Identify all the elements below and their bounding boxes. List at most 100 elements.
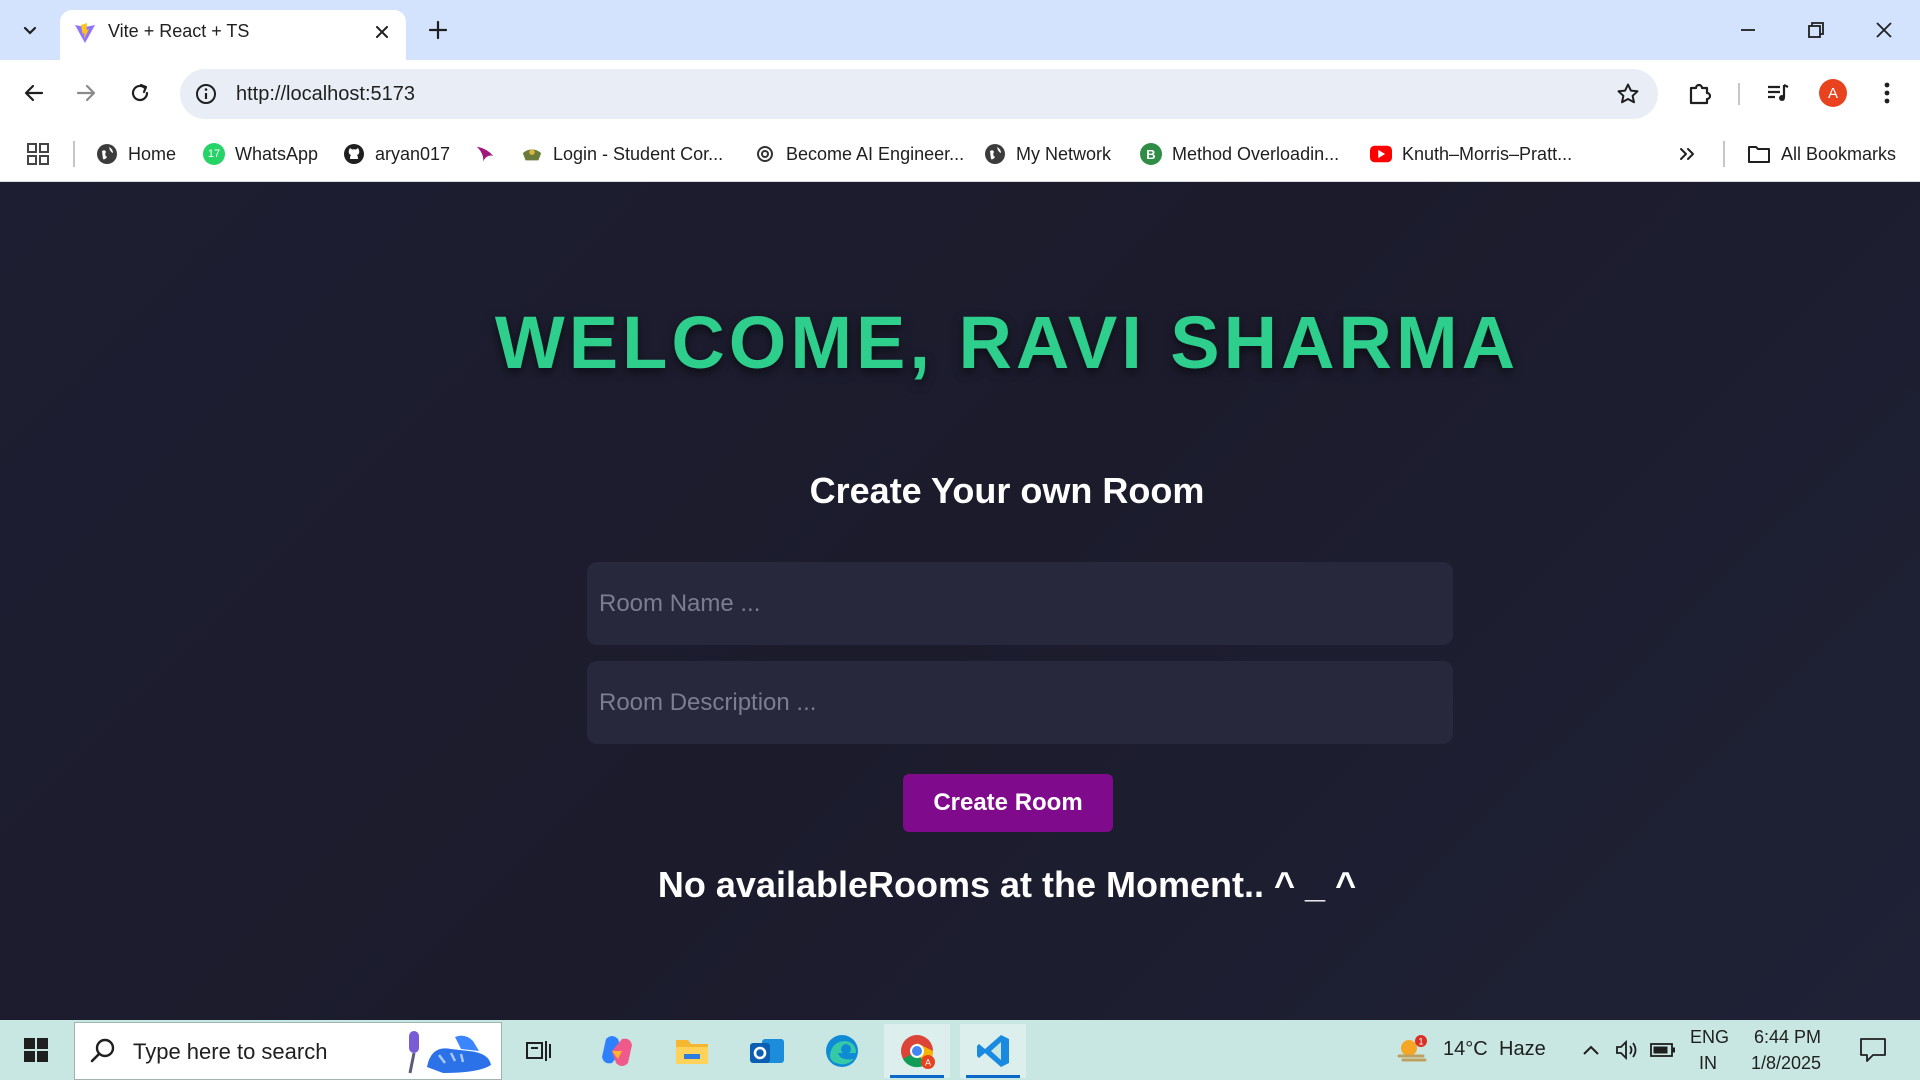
clock-date[interactable]: 1/8/2025 xyxy=(1751,1053,1821,1074)
toolbar-divider xyxy=(1738,83,1740,105)
bookmark-home[interactable]: Home xyxy=(96,138,176,170)
more-bookmarks-button[interactable] xyxy=(1678,138,1696,170)
avatar: A xyxy=(1819,79,1847,107)
weather-icon[interactable]: 1 xyxy=(1395,1034,1431,1066)
bookmark-label: aryan017 xyxy=(375,143,451,164)
more-vertical-icon xyxy=(1884,82,1890,104)
app-page: WELCOME, RAVI SHARMA Create Your own Roo… xyxy=(0,182,1920,1020)
crest-icon xyxy=(521,143,543,165)
room-description-input[interactable] xyxy=(587,661,1453,744)
copilot-icon xyxy=(602,1036,632,1066)
taskbar-search[interactable]: Type here to search xyxy=(74,1022,502,1080)
search-highlight-image xyxy=(399,1027,495,1080)
copilot-button[interactable] xyxy=(584,1024,650,1078)
playlist-icon xyxy=(1768,84,1789,101)
url-text: http://localhost:5173 xyxy=(236,83,416,105)
media-controls-button[interactable] xyxy=(1758,73,1798,113)
region-indicator[interactable]: IN xyxy=(1699,1053,1717,1074)
chrome-button[interactable]: A xyxy=(884,1024,950,1078)
arrow-logo-icon xyxy=(474,143,496,165)
bookmark-star-icon[interactable] xyxy=(1616,82,1640,110)
svg-text:A: A xyxy=(925,1058,931,1068)
file-explorer-button[interactable] xyxy=(659,1024,725,1078)
volume-icon xyxy=(1616,1039,1637,1061)
search-placeholder: Type here to search xyxy=(133,1039,328,1064)
chrome-icon: A xyxy=(901,1035,935,1069)
site-info-icon[interactable] xyxy=(194,82,218,110)
bookmarks-bar: Home 17 WhatsApp aryan017 Login - Studen… xyxy=(0,126,1920,182)
forward-button[interactable] xyxy=(66,73,106,113)
youtube-icon xyxy=(1370,143,1392,165)
extensions-button[interactable] xyxy=(1680,73,1720,113)
bookmark-divider xyxy=(1723,141,1725,167)
apps-grid-icon xyxy=(27,143,49,165)
chevron-up-icon xyxy=(1583,1045,1599,1055)
welcome-heading: WELCOME, RAVI SHARMA xyxy=(494,301,1520,384)
browser-menu-button[interactable] xyxy=(1867,73,1907,113)
globe-icon xyxy=(984,143,1006,165)
tab-strip: Vite + React + TS xyxy=(0,0,1920,60)
back-button[interactable] xyxy=(14,73,54,113)
b-logo-icon: B xyxy=(1140,143,1162,165)
weather-badge: 1 xyxy=(1418,1037,1423,1047)
puzzle-icon xyxy=(1689,83,1712,105)
openai-icon xyxy=(754,143,776,165)
taskbar: Type here to search A 1 14°C Haze ENG IN… xyxy=(0,1020,1920,1080)
language-indicator[interactable]: ENG xyxy=(1690,1027,1729,1048)
volume-button[interactable] xyxy=(1614,1038,1640,1062)
tab-title: Vite + React + TS xyxy=(108,21,250,41)
windows-logo-icon xyxy=(24,1038,48,1062)
restore-button[interactable] xyxy=(1792,10,1840,50)
bookmark-ai-engineer[interactable]: Become AI Engineer... xyxy=(754,138,964,170)
tab-search-button[interactable] xyxy=(10,10,50,50)
minimize-button[interactable] xyxy=(1724,10,1772,50)
close-window-button[interactable] xyxy=(1860,10,1908,50)
bookmark-method-overloading[interactable]: B Method Overloadin... xyxy=(1140,138,1339,170)
task-view-button[interactable] xyxy=(506,1024,572,1078)
room-name-input[interactable] xyxy=(587,562,1453,645)
browser-toolbar: http://localhost:5173 A xyxy=(0,60,1920,126)
edge-icon xyxy=(826,1035,858,1067)
profile-button[interactable]: A xyxy=(1813,73,1853,113)
bookmark-student-login[interactable]: Login - Student Cor... xyxy=(521,138,723,170)
bookmark-label: WhatsApp xyxy=(235,143,319,164)
search-icon xyxy=(89,1037,117,1069)
bookmark-divider xyxy=(73,141,75,167)
no-rooms-message: No availableRooms at the Moment.. ^ _ ^ xyxy=(657,864,1357,905)
clock-time[interactable]: 6:44 PM xyxy=(1754,1027,1821,1048)
bookmark-label: Login - Student Cor... xyxy=(553,143,724,164)
plus-icon xyxy=(428,20,448,40)
bookmark-label: Become AI Engineer... xyxy=(786,143,965,164)
outlook-button[interactable] xyxy=(734,1024,800,1078)
restore-icon xyxy=(1808,22,1824,38)
bookmark-kmp[interactable]: Knuth–Morris–Pratt... xyxy=(1370,138,1572,170)
arrow-left-icon xyxy=(24,84,44,102)
bookmark-my-network[interactable]: My Network xyxy=(984,138,1111,170)
create-room-button[interactable]: Create Room xyxy=(903,774,1113,832)
whatsapp-icon: 17 xyxy=(203,143,225,165)
all-bookmarks-label: All Bookmarks xyxy=(1781,143,1897,164)
bookmark-arrow-site[interactable] xyxy=(474,138,496,170)
outlook-icon xyxy=(750,1039,784,1063)
browser-tab[interactable]: Vite + React + TS xyxy=(60,10,406,60)
weather-desc: Haze xyxy=(1499,1038,1546,1060)
apps-button[interactable] xyxy=(26,138,50,170)
close-tab-icon[interactable] xyxy=(372,22,392,42)
double-chevron-right-icon xyxy=(1680,148,1694,160)
arrow-right-icon xyxy=(76,84,96,102)
show-hidden-icons-button[interactable] xyxy=(1578,1038,1604,1062)
bookmark-github[interactable]: aryan017 xyxy=(343,138,450,170)
close-icon xyxy=(1876,22,1892,38)
github-icon xyxy=(343,143,365,165)
new-tab-button[interactable] xyxy=(422,14,454,46)
bookmark-label: Method Overloadin... xyxy=(1172,143,1340,164)
all-bookmarks-button[interactable]: All Bookmarks xyxy=(1747,138,1896,170)
edge-button[interactable] xyxy=(809,1024,875,1078)
vscode-button[interactable] xyxy=(960,1024,1026,1078)
address-bar[interactable]: http://localhost:5173 xyxy=(180,69,1658,119)
bookmark-whatsapp[interactable]: 17 WhatsApp xyxy=(203,138,318,170)
start-button[interactable] xyxy=(12,1030,60,1070)
reload-button[interactable] xyxy=(120,73,160,113)
notifications-button[interactable] xyxy=(1858,1036,1888,1064)
battery-button[interactable] xyxy=(1650,1038,1676,1062)
